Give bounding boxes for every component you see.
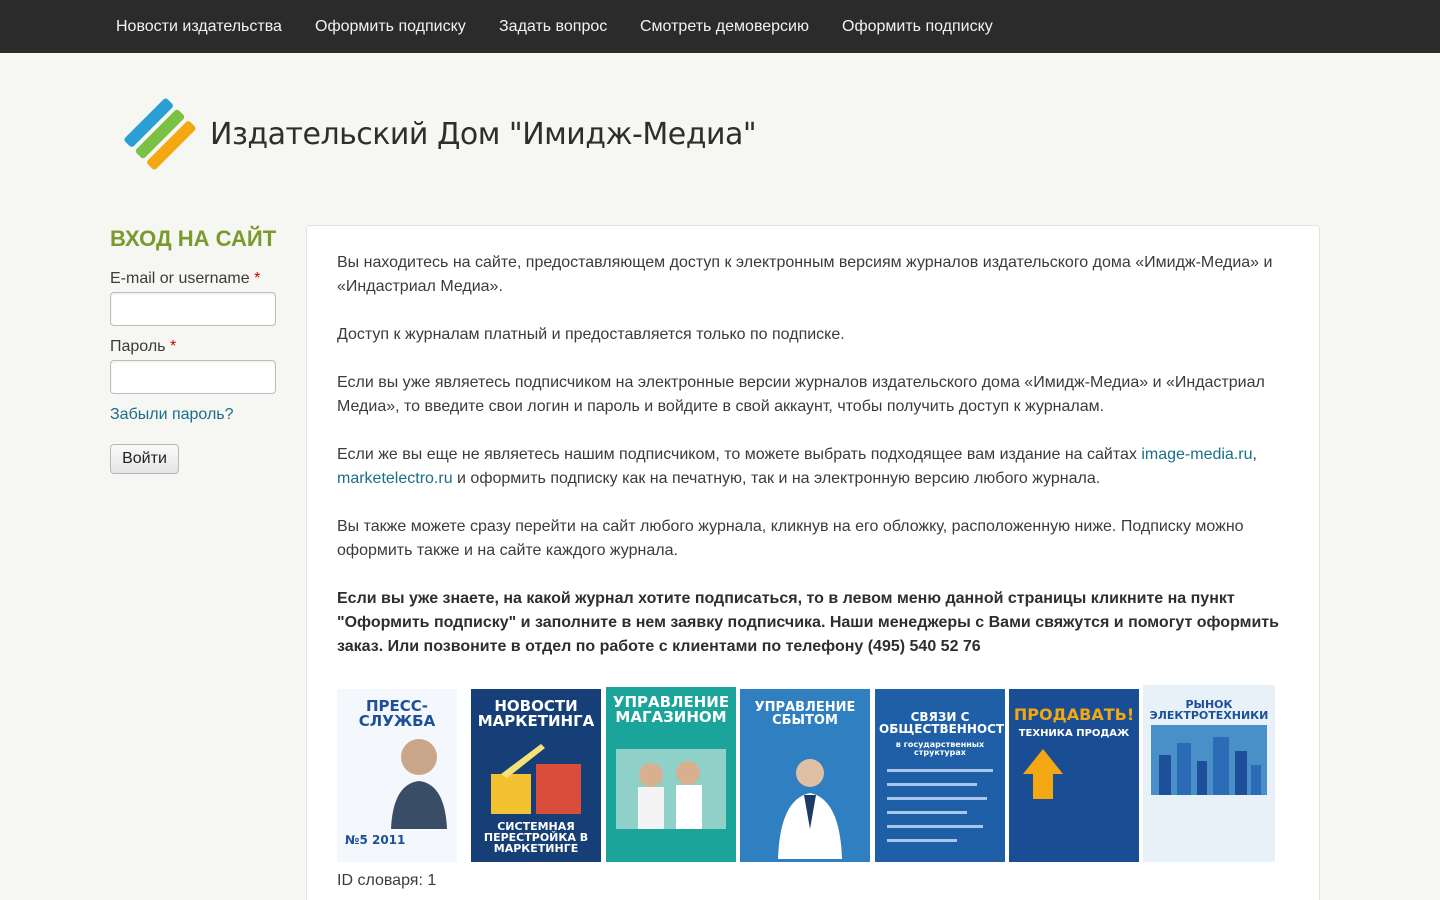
image-media-link[interactable]: image-media.ru xyxy=(1141,446,1252,463)
non-subscriber-paragraph: Если же вы еще не являетесь нашим подпис… xyxy=(337,446,1257,487)
forgot-password-link[interactable]: Забыли пароль? xyxy=(110,406,234,424)
intro-paragraph: Вы находитесь на сайте, предоставляющем … xyxy=(337,254,1273,295)
nav-link-ask-question[interactable]: Задать вопрос xyxy=(499,18,607,36)
login-block: ВХОД НА САЙТ xyxy=(110,226,290,252)
dictionary-id: ID словаря: 1 xyxy=(337,872,437,889)
nav-link-subscribe-2[interactable]: Оформить подписку xyxy=(842,18,993,36)
required-mark: * xyxy=(169,338,177,355)
cover-novosti-marketinga[interactable]: НОВОСТИ МАРКЕТИНГА СИСТЕМНАЯ ПЕРЕСТРОЙКА… xyxy=(471,689,601,862)
login-button[interactable]: Войти xyxy=(110,444,179,474)
site-name[interactable]: Издательский Дом "Имидж-Медиа" xyxy=(210,117,757,152)
cover-construction-image xyxy=(491,744,581,814)
login-title: ВХОД НА САЙТ xyxy=(110,226,277,251)
cover-upravlenie-sbytom[interactable]: УПРАВЛЕНИЕ СБЫТОМ xyxy=(740,689,870,862)
cover-svyazi-s-obshchestvennostyu[interactable]: СВЯЗИ С ОБЩЕСТВЕННОСТЬЮ в государственны… xyxy=(875,689,1005,862)
subscriber-paragraph: Если вы уже являетесь подписчиком на эле… xyxy=(337,374,1265,415)
cover-rynok-elektrotekhniki[interactable]: РЫНОК ЭЛЕКТРОТЕХНИКИ xyxy=(1143,685,1275,862)
password-label: Пароль * xyxy=(110,338,177,355)
logo-icon xyxy=(124,98,196,170)
marketelectro-link[interactable]: marketelectro.ru xyxy=(337,470,453,487)
cover-arrow-image xyxy=(1023,749,1063,799)
cover-city-image xyxy=(1151,725,1267,795)
cover-people-image xyxy=(616,749,726,829)
access-paragraph: Доступ к журналам платный и предоставляе… xyxy=(337,326,845,343)
username-input[interactable] xyxy=(110,292,276,326)
nav-link-publisher-news[interactable]: Новости издательства xyxy=(116,18,282,36)
covers-paragraph: Вы также можете сразу перейти на сайт лю… xyxy=(337,518,1244,559)
cover-press-sluzhba[interactable]: ПРЕСС-СЛУЖБА №5 2011 xyxy=(337,689,457,862)
required-mark: * xyxy=(254,270,261,287)
nav-link-view-demo[interactable]: Смотреть демоверсию xyxy=(640,18,809,36)
subscribe-instructions: Если вы уже знаете, на какой журнал хоти… xyxy=(337,590,1279,655)
cover-prodavat[interactable]: ПРОДАВАТЬ! ТЕХНИКА ПРОДАЖ xyxy=(1009,689,1139,862)
cover-businessman-image xyxy=(778,759,842,859)
nav-link-subscribe[interactable]: Оформить подписку xyxy=(315,18,466,36)
cover-portrait-image xyxy=(391,739,447,829)
password-input[interactable] xyxy=(110,360,276,394)
site-logo[interactable] xyxy=(122,96,198,172)
cover-upravlenie-magazinom[interactable]: УПРАВЛЕНИЕ МАГАЗИНОМ xyxy=(606,687,736,862)
main-content: Вы находитесь на сайте, предоставляющем … xyxy=(306,225,1320,900)
top-navigation: Новости издательства Оформить подписку З… xyxy=(0,0,1440,53)
cover-text-lines xyxy=(887,769,993,842)
username-label: E-mail or username * xyxy=(110,270,261,287)
